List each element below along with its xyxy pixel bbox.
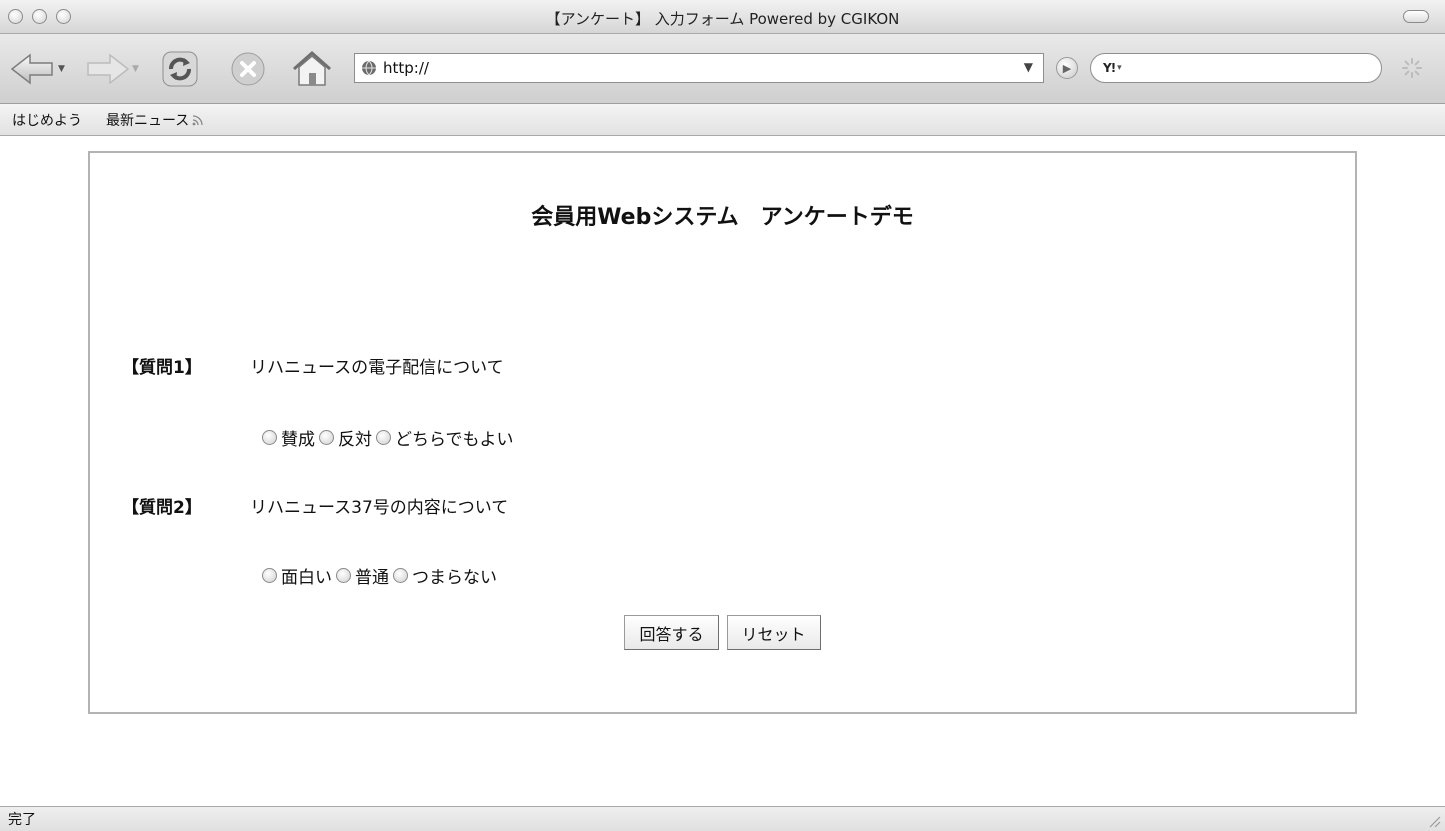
- page-title: 会員用Webシステム アンケートデモ: [531, 205, 914, 230]
- option-label: つまらない: [412, 568, 497, 588]
- q2-option-boring[interactable]: つまらない: [389, 563, 497, 588]
- q2-option-interesting[interactable]: 面白い: [258, 563, 332, 588]
- option-label: 反対: [338, 430, 372, 450]
- q2-option-normal[interactable]: 普通: [332, 563, 389, 588]
- radio-button[interactable]: [319, 430, 334, 445]
- question-2-label: 【質問2】: [122, 498, 202, 518]
- q1-option-agree[interactable]: 賛成: [258, 425, 315, 450]
- option-label: 普通: [355, 568, 389, 588]
- stop-icon: [231, 52, 265, 86]
- reset-button[interactable]: リセット: [726, 615, 821, 650]
- address-dropdown-icon[interactable]: ▼: [1024, 60, 1033, 74]
- survey-form-frame: 会員用Webシステム アンケートデモ 【質問1】 リハニュースの電子配信について…: [88, 151, 1357, 714]
- navigation-toolbar: ▼ ▼ http:// ▼ ▶ Y! ▾: [0, 34, 1445, 104]
- reload-icon: [162, 51, 198, 87]
- radio-button[interactable]: [262, 568, 277, 583]
- go-icon: ▶: [1062, 61, 1072, 75]
- bookmark-getting-started[interactable]: はじめよう: [12, 110, 82, 130]
- home-icon: [293, 50, 331, 86]
- status-bar: 完了: [0, 806, 1445, 831]
- back-history-caret-icon[interactable]: ▼: [58, 64, 65, 74]
- rss-icon: [192, 114, 203, 125]
- q1-option-disagree[interactable]: 反対: [315, 425, 372, 450]
- bookmark-latest-news[interactable]: 最新ニュース: [106, 110, 204, 130]
- back-button[interactable]: ▼: [10, 48, 80, 90]
- question-1-text: リハニュースの電子配信について: [250, 358, 504, 378]
- question-1-label: 【質問1】: [122, 358, 202, 378]
- option-label: 面白い: [281, 568, 332, 588]
- toolbar-toggle-button[interactable]: [1403, 10, 1429, 23]
- window-title: 【アンケート】 入力フォーム Powered by CGIKON: [545, 10, 900, 28]
- window-titlebar: 【アンケート】 入力フォーム Powered by CGIKON: [0, 0, 1445, 34]
- option-label: 賛成: [281, 430, 315, 450]
- q1-option-either[interactable]: どちらでもよい: [372, 425, 514, 450]
- resize-grip-icon[interactable]: [1427, 814, 1441, 828]
- forward-history-caret-icon[interactable]: ▼: [132, 64, 139, 74]
- bookmarks-bar: はじめよう 最新ニュース: [0, 104, 1445, 136]
- back-arrow-icon: [10, 53, 53, 85]
- home-button[interactable]: [290, 48, 338, 90]
- search-field[interactable]: Y! ▾: [1090, 53, 1382, 83]
- go-button[interactable]: ▶: [1056, 57, 1078, 79]
- question-1-options: 賛成 反対 どちらでもよい: [258, 425, 514, 450]
- form-buttons: 回答する リセット: [90, 615, 1355, 650]
- radio-button[interactable]: [376, 430, 391, 445]
- bookmark-label: はじめよう: [12, 112, 82, 129]
- stop-button[interactable]: [228, 48, 276, 90]
- reload-button[interactable]: [160, 48, 208, 90]
- spinner-icon: [1402, 58, 1422, 78]
- forward-arrow-icon: [87, 53, 130, 85]
- question-2-text: リハニュース37号の内容について: [250, 498, 509, 518]
- globe-icon: [362, 60, 376, 76]
- submit-button[interactable]: 回答する: [624, 615, 719, 650]
- question-2-options: 面白い 普通 つまらない: [258, 563, 497, 588]
- forward-button[interactable]: ▼: [86, 48, 150, 90]
- option-label: どちらでもよい: [395, 430, 514, 450]
- radio-button[interactable]: [393, 568, 408, 583]
- status-text: 完了: [8, 812, 36, 828]
- search-engine-label[interactable]: Y!: [1103, 61, 1116, 75]
- radio-button[interactable]: [262, 430, 277, 445]
- bookmark-label: 最新ニュース: [106, 112, 190, 129]
- address-bar[interactable]: http:// ▼: [354, 53, 1044, 83]
- address-url-text[interactable]: http://: [383, 59, 429, 77]
- radio-button[interactable]: [336, 568, 351, 583]
- search-engine-caret-icon[interactable]: ▾: [1117, 63, 1122, 73]
